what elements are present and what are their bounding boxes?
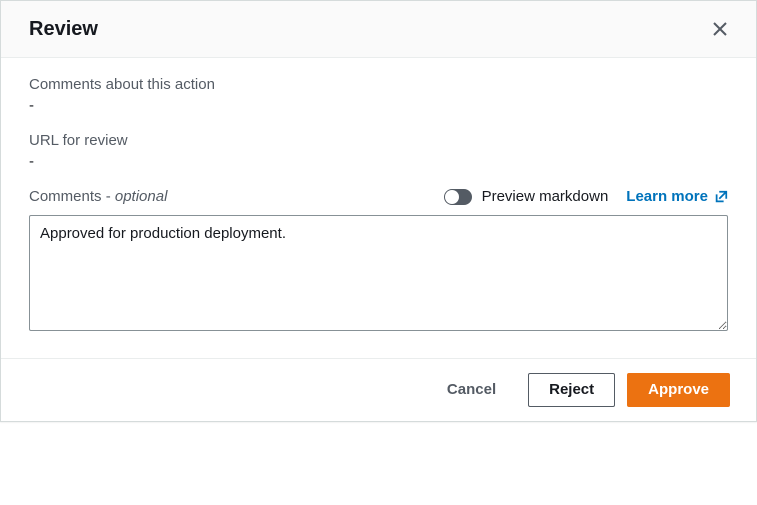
learn-more-link[interactable]: Learn more	[626, 188, 728, 205]
toggle-knob	[445, 190, 459, 204]
reject-button[interactable]: Reject	[528, 373, 615, 407]
learn-more-label: Learn more	[626, 188, 708, 205]
dialog-header: Review	[1, 1, 756, 58]
comments-input-header: Comments - optional Preview markdown Lea…	[29, 188, 728, 205]
comments-right-controls: Preview markdown Learn more	[444, 188, 728, 205]
dialog-title: Review	[29, 18, 98, 41]
comments-textarea[interactable]	[29, 215, 728, 331]
approve-button[interactable]: Approve	[627, 373, 730, 407]
preview-markdown-toggle-wrap: Preview markdown	[444, 188, 609, 205]
comments-label-sep: -	[102, 188, 115, 205]
comments-input-label: Comments - optional	[29, 188, 167, 205]
url-for-review-value: -	[29, 153, 728, 170]
url-for-review-block: URL for review -	[29, 132, 728, 170]
comments-about-action-value: -	[29, 97, 728, 114]
close-icon	[712, 21, 728, 37]
dialog-body: Comments about this action - URL for rev…	[1, 58, 756, 358]
dialog-footer: Cancel Reject Approve	[1, 358, 756, 421]
url-for-review-label: URL for review	[29, 132, 728, 149]
review-dialog: Review Comments about this action - URL …	[0, 0, 757, 422]
preview-markdown-label: Preview markdown	[482, 188, 609, 205]
comments-label-optional: optional	[115, 188, 168, 205]
preview-markdown-toggle[interactable]	[444, 189, 472, 205]
comments-about-action-label: Comments about this action	[29, 76, 728, 93]
comments-label-main: Comments	[29, 188, 102, 205]
comments-about-action-block: Comments about this action -	[29, 76, 728, 114]
external-link-icon	[714, 190, 728, 204]
close-button[interactable]	[706, 15, 734, 43]
cancel-button[interactable]: Cancel	[427, 374, 516, 406]
